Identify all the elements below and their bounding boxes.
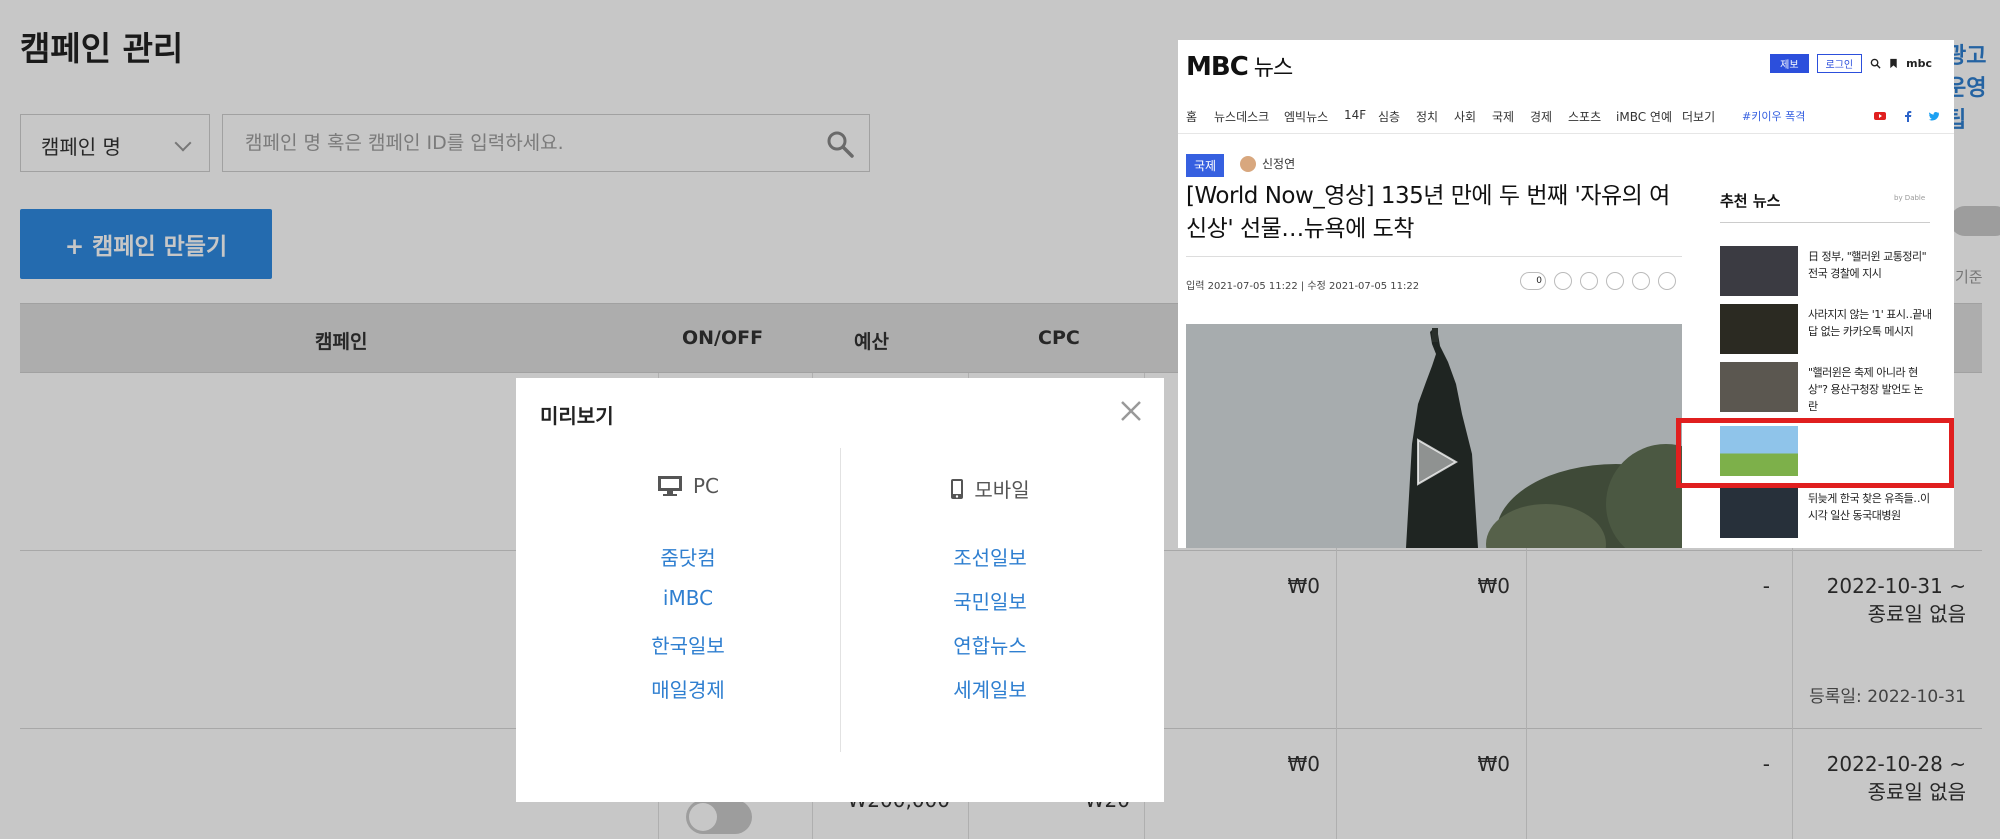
smartphone-icon — [951, 478, 964, 499]
mbc-logo-sub: 뉴스 — [1253, 56, 1293, 81]
recommended-item[interactable]: 日 정부, "핼러윈 교통정리" 전국 경찰에 지시 — [1720, 246, 1932, 298]
share-icon[interactable] — [1606, 272, 1624, 290]
article-action-icons: 0 — [1520, 272, 1676, 290]
pc-link-hankook[interactable]: 한국일보 — [588, 630, 788, 659]
mbc-nav-deep[interactable]: 심층 — [1378, 108, 1400, 125]
reporter[interactable]: 신정연 — [1240, 155, 1295, 172]
recommended-item[interactable]: "핼러윈은 축제 아니라 현상"? 용산구청장 발언도 논란 — [1720, 362, 1932, 414]
mbc-nav-economy[interactable]: 경제 — [1530, 108, 1552, 125]
mobile-link-segye[interactable]: 세계일보 — [890, 674, 1090, 703]
recommended-item[interactable]: 사라지지 않는 '1' 표시‥끝내 답 없는 카카오톡 메시지 — [1720, 304, 1932, 356]
mobile-column-header: 모바일 — [890, 474, 1090, 503]
highlighted-ad-slot — [1676, 418, 1954, 488]
recommended-headline: 日 정부, "핼러윈 교통정리" 전국 경찰에 지시 — [1808, 250, 1927, 280]
close-icon[interactable] — [1116, 396, 1146, 426]
recommended-item[interactable]: 뒤늦게 한국 찾은 유족들‥이 시각 일산 동국대병원 — [1720, 488, 1932, 540]
mbc-logo-text: MBC — [1186, 52, 1249, 82]
mbc-nav-mbig[interactable]: 엠빅뉴스 — [1284, 108, 1328, 125]
mbc-nav-politics[interactable]: 정치 — [1416, 108, 1438, 125]
mbc-nav-home[interactable]: 홈 — [1186, 108, 1197, 125]
recommended-news-title: 추천 뉴스 — [1720, 192, 1781, 210]
headline-divider — [1186, 256, 1682, 257]
comment-icon[interactable]: 0 — [1520, 272, 1546, 290]
pc-link-maeil[interactable]: 매일경제 — [588, 674, 788, 703]
mbc-top-actions: 제보 로그인 mbc — [1770, 54, 1932, 73]
bookmark-icon[interactable] — [1580, 272, 1598, 290]
recommended-by: by Dable — [1894, 194, 1926, 202]
login-button[interactable]: 로그인 — [1816, 54, 1863, 73]
mobile-link-chosun[interactable]: 조선일보 — [890, 542, 1090, 571]
recommended-headline: 사라지지 않는 '1' 표시‥끝내 답 없는 카카오톡 메시지 — [1808, 308, 1932, 338]
mbc-nav-imbc[interactable]: iMBC 연예 — [1616, 108, 1672, 125]
mbc-nav: 홈 뉴스데스크 엠빅뉴스 14F 심층 정치 사회 국제 경제 스포츠 iMBC… — [1178, 96, 1954, 134]
recommended-thumbnail — [1720, 304, 1798, 354]
pc-label: PC — [692, 474, 720, 498]
recommended-thumbnail — [1720, 362, 1798, 412]
article-headline: [World Now_영상] 135년 만에 두 번째 '자유의 여신상' 선물… — [1186, 183, 1670, 242]
mbc-nav-newsdesk[interactable]: 뉴스데스크 — [1214, 108, 1269, 125]
mbc-mini-logo[interactable]: mbc — [1906, 57, 1932, 70]
modal-title: 미리보기 — [540, 404, 614, 428]
font-size-icon[interactable] — [1554, 272, 1572, 290]
mbc-logo[interactable]: MBC 뉴스 — [1186, 50, 1293, 82]
play-icon[interactable] — [1408, 436, 1460, 488]
mbc-nav-world[interactable]: 국제 — [1492, 108, 1514, 125]
pc-link-imbc[interactable]: iMBC — [588, 586, 788, 610]
bookmark-icon[interactable] — [1889, 58, 1898, 69]
mobile-link-yonhap[interactable]: 연합뉴스 — [890, 630, 1090, 659]
audio-icon[interactable] — [1632, 272, 1650, 290]
monitor-icon — [657, 476, 682, 496]
article-meta: 입력 2021-07-05 11:22 | 수정 2021-07-05 11:2… — [1186, 281, 1420, 292]
reporter-avatar — [1240, 155, 1256, 172]
twitter-icon[interactable] — [1928, 110, 1940, 122]
facebook-icon[interactable] — [1902, 110, 1914, 122]
pc-link-zum[interactable]: 줌닷컴 — [588, 542, 788, 571]
mobile-label: 모바일 — [974, 478, 1030, 502]
reporter-name: 신정연 — [1262, 157, 1296, 171]
mbc-nav-14f[interactable]: 14F — [1344, 108, 1366, 122]
preview-modal: 미리보기 PC 모바일 줌닷컴 iMBC 한국일보 매일경제 조선일보 국민일보… — [516, 378, 1164, 802]
category-tag[interactable]: 국제 — [1186, 154, 1225, 177]
report-button[interactable]: 제보 — [1770, 54, 1809, 73]
mbc-nav-hashtag[interactable]: #키이우 폭격 — [1742, 108, 1805, 124]
youtube-icon[interactable] — [1874, 110, 1886, 122]
mbc-nav-society[interactable]: 사회 — [1454, 108, 1476, 125]
recommended-headline: 뒤늦게 한국 찾은 유족들‥이 시각 일산 동국대병원 — [1808, 492, 1930, 522]
recommended-thumbnail — [1720, 246, 1798, 296]
recommended-thumbnail — [1720, 488, 1798, 538]
pc-column-header: PC — [588, 474, 788, 498]
mbc-nav-more[interactable]: 더보기 — [1682, 108, 1715, 125]
modal-divider — [840, 448, 841, 752]
search-icon[interactable] — [1870, 58, 1881, 69]
mobile-link-kukmin[interactable]: 국민일보 — [890, 586, 1090, 615]
recommended-headline: "핼러윈은 축제 아니라 현상"? 용산구청장 발언도 논란 — [1808, 366, 1924, 413]
recommended-divider — [1720, 222, 1930, 223]
article-video[interactable] — [1186, 324, 1682, 548]
print-icon[interactable] — [1658, 272, 1676, 290]
mbc-nav-sports[interactable]: 스포츠 — [1568, 108, 1601, 125]
